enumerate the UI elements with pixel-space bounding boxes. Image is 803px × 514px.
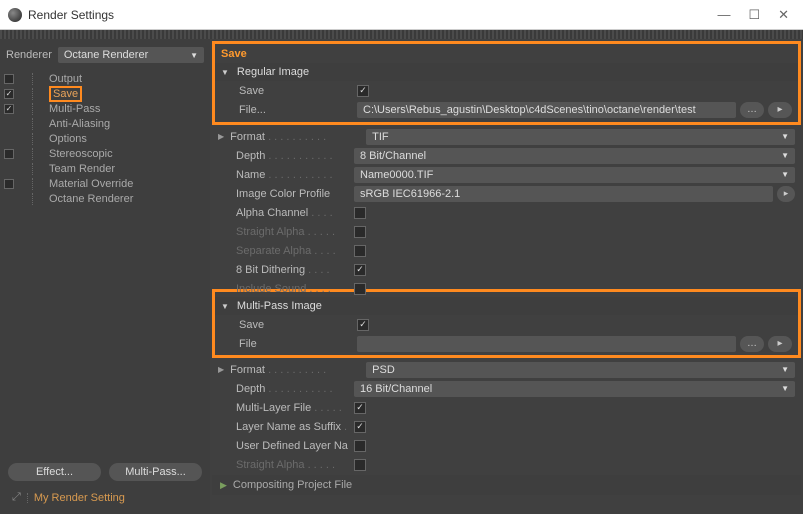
minimize-button[interactable]: — [717, 7, 730, 23]
tree-item-anti-aliasing[interactable]: Anti-Aliasing [0, 116, 210, 131]
titlebar: Render Settings — ☐ ✕ [0, 0, 803, 30]
render-setting-item[interactable]: ⤢ My Render Setting [4, 485, 206, 510]
chevron-down-icon: ▼ [221, 302, 229, 311]
mp-file-input[interactable] [357, 336, 736, 352]
tree-item-options[interactable]: Options [0, 131, 210, 146]
tree-item-team-render[interactable]: Team Render [0, 161, 210, 176]
mp-path-arrow-button[interactable]: ▸ [768, 336, 792, 352]
chevron-down-icon: ▼ [221, 68, 229, 77]
userdef-checkbox[interactable] [354, 440, 366, 452]
panel-header: Save [212, 41, 801, 63]
color-profile-field[interactable]: sRGB IEC61966-2.1 [354, 186, 773, 202]
checkbox[interactable] [4, 104, 14, 114]
grip-bar [0, 30, 803, 39]
renderer-dropdown[interactable]: Octane Renderer ▼ [58, 47, 204, 63]
checkbox[interactable] [4, 149, 14, 159]
save-checkbox[interactable] [357, 85, 369, 97]
alpha-checkbox[interactable] [354, 207, 366, 219]
settings-tree: Output Save Multi-Pass Anti-Aliasing Opt… [0, 67, 210, 210]
maximize-button[interactable]: ☐ [748, 7, 760, 23]
mp-straight-checkbox [354, 459, 366, 471]
mp-save-checkbox[interactable] [357, 319, 369, 331]
path-arrow-button[interactable]: ▸ [768, 102, 792, 118]
format-dropdown[interactable]: TIF▼ [366, 129, 795, 145]
multipass-button[interactable]: Multi-Pass... [109, 463, 202, 481]
app-icon [8, 8, 22, 22]
dithering-checkbox[interactable] [354, 264, 366, 276]
depth-dropdown[interactable]: 8 Bit/Channel▼ [354, 148, 795, 164]
file-path-input[interactable]: C:\Users\Rebus_agustin\Desktop\c4dScenes… [357, 102, 736, 118]
mp-browse-button[interactable]: … [740, 336, 764, 352]
tree-item-material-override[interactable]: Material Override [0, 176, 210, 191]
chevron-right-icon: ▶ [220, 480, 227, 491]
name-dropdown[interactable]: Name0000.TIF▼ [354, 167, 795, 183]
tree-item-multipass[interactable]: Multi-Pass [0, 101, 210, 116]
browse-button[interactable]: … [740, 102, 764, 118]
multilayer-checkbox[interactable] [354, 402, 366, 414]
checkbox[interactable] [4, 179, 14, 189]
section-multipass-image[interactable]: ▼ Multi-Pass Image [215, 297, 798, 315]
renderer-label: Renderer [6, 49, 52, 61]
checkbox[interactable] [4, 89, 14, 99]
mp-depth-dropdown[interactable]: 16 Bit/Channel▼ [354, 381, 795, 397]
settings-panel: Save ▼ Regular Image Save File... C:\Use… [210, 39, 803, 514]
chevron-right-icon[interactable]: ▶ [218, 365, 224, 374]
tree-item-save[interactable]: Save [0, 86, 210, 101]
renderer-value: Octane Renderer [64, 49, 148, 61]
separate-alpha-checkbox [354, 245, 366, 257]
color-profile-arrow[interactable]: ▸ [777, 186, 795, 202]
straight-alpha-checkbox [354, 226, 366, 238]
window-title: Render Settings [28, 8, 717, 22]
layername-checkbox[interactable] [354, 421, 366, 433]
expand-icon: ⤢ [12, 491, 21, 504]
tree-item-output[interactable]: Output [0, 71, 210, 86]
sidebar: Renderer Octane Renderer ▼ Output Save M… [0, 39, 210, 514]
effect-button[interactable]: Effect... [8, 463, 101, 481]
chevron-right-icon[interactable]: ▶ [218, 132, 224, 141]
section-compositing[interactable]: ▶ Compositing Project File [212, 475, 801, 495]
tree-item-stereoscopic[interactable]: Stereoscopic [0, 146, 210, 161]
sound-checkbox [354, 283, 366, 295]
tree-item-octane-renderer[interactable]: Octane Renderer [0, 191, 210, 206]
chevron-down-icon: ▼ [190, 51, 198, 60]
checkbox [4, 74, 14, 84]
close-button[interactable]: ✕ [778, 7, 789, 23]
section-regular-image[interactable]: ▼ Regular Image [215, 63, 798, 81]
mp-format-dropdown[interactable]: PSD▼ [366, 362, 795, 378]
